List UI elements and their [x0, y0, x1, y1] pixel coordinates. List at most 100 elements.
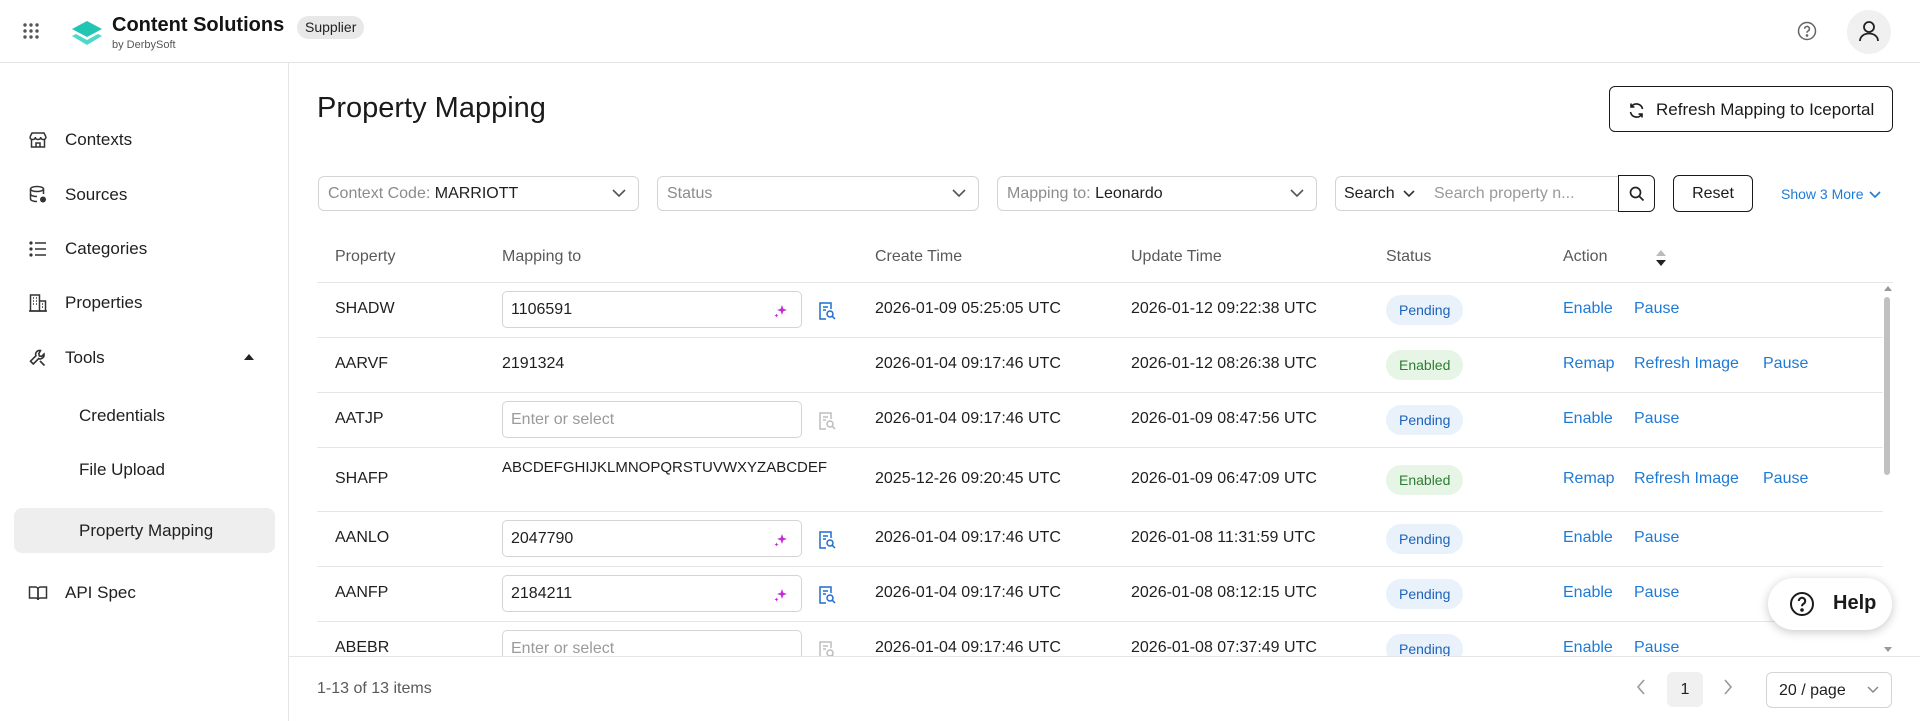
search-type-value: Search — [1344, 185, 1395, 202]
role-badge: Supplier — [297, 16, 365, 39]
search-property-input[interactable] — [1426, 176, 1619, 211]
create-time: 2026-01-04 09:17:46 UTC — [875, 529, 1061, 546]
sidebar-subitem-label: Credentials — [79, 406, 165, 425]
sidebar-item-label: Categories — [65, 239, 148, 258]
context-code-value: MARRIOTT — [434, 185, 519, 202]
pause-link[interactable]: Pause — [1634, 529, 1679, 547]
create-time: 2025-12-26 09:20:45 UTC — [875, 470, 1061, 487]
mapping-placeholder: Enter or select — [511, 640, 615, 656]
create-time: 2026-01-04 09:17:46 UTC — [875, 355, 1061, 372]
page-number-button[interactable]: 1 — [1667, 672, 1703, 707]
sidebar-item-api-spec[interactable]: API Spec — [14, 571, 275, 615]
pause-link[interactable]: Pause — [1763, 470, 1808, 488]
search-document-icon[interactable] — [818, 530, 836, 550]
column-header-status: Status — [1386, 248, 1432, 265]
property-code: AANLO — [335, 529, 390, 546]
wrench-icon — [28, 348, 48, 368]
book-icon — [28, 583, 48, 603]
pause-link[interactable]: Pause — [1634, 300, 1679, 318]
table-row: AARVF 2191324 2026-01-04 09:17:46 UTC 20… — [317, 338, 1883, 393]
create-time: 2026-01-04 09:17:46 UTC — [875, 410, 1061, 427]
user-icon — [1859, 21, 1879, 42]
search-document-icon[interactable] — [818, 301, 836, 321]
sidebar-item-categories[interactable]: Categories — [14, 227, 275, 271]
sidebar-item-sources[interactable]: Sources — [14, 173, 275, 217]
mapping-to-select[interactable]: Mapping to: Leonardo — [997, 176, 1317, 211]
property-code: AARVF — [335, 355, 389, 372]
enable-link[interactable]: Enable — [1563, 584, 1613, 602]
page-title: Property Mapping — [317, 92, 546, 124]
brand-name: Content Solutions — [112, 14, 285, 36]
mapping-value: ABCDEFGHIJKLMNOPQRSTUVWXYZABCDEF — [502, 459, 828, 476]
pause-link[interactable]: Pause — [1634, 639, 1679, 656]
sort-icon[interactable] — [1656, 249, 1666, 267]
chevron-right-icon[interactable] — [1723, 679, 1733, 695]
chevron-left-icon[interactable] — [1636, 679, 1646, 695]
help-circle-icon[interactable] — [1797, 21, 1817, 41]
list-icon — [28, 239, 48, 259]
refresh-icon — [1628, 102, 1645, 119]
reset-button[interactable]: Reset — [1673, 175, 1753, 212]
apps-grid-icon[interactable] — [22, 22, 40, 40]
pause-link[interactable]: Pause — [1634, 584, 1679, 602]
search-type-select[interactable]: Search — [1335, 176, 1427, 211]
chevron-down-icon — [1867, 686, 1879, 694]
mapping-placeholder: Enter or select — [511, 411, 615, 428]
pause-link[interactable]: Pause — [1763, 355, 1808, 373]
search-document-icon[interactable] — [818, 585, 836, 605]
mapping-value: 2184211 — [511, 585, 573, 602]
sidebar-item-tools[interactable]: Tools — [14, 336, 275, 380]
mapping-input[interactable]: 2047790 — [502, 520, 802, 557]
show-more-filters-link[interactable]: Show 3 More — [1781, 186, 1882, 202]
mapping-to-value: Leonardo — [1095, 185, 1163, 202]
sidebar-item-file-upload[interactable]: File Upload — [14, 447, 275, 491]
table-row: AATJP Enter or select 2026-01-04 09:17:4… — [317, 393, 1883, 448]
mapping-input[interactable]: Enter or select — [502, 630, 802, 656]
ai-sparkle-icon[interactable] — [773, 303, 789, 319]
pause-link[interactable]: Pause — [1634, 410, 1679, 428]
scroll-down-arrow-icon[interactable] — [1883, 646, 1893, 653]
enable-link[interactable]: Enable — [1563, 529, 1613, 547]
enable-link[interactable]: Enable — [1563, 300, 1613, 318]
column-header-update-time[interactable]: Update Time — [1131, 248, 1222, 266]
table-row: ABEBR Enter or select 2026-01-04 09:17:4… — [317, 622, 1883, 656]
enable-link[interactable]: Enable — [1563, 410, 1613, 428]
brand-logo-icon — [72, 21, 102, 45]
search-icon — [1629, 186, 1645, 202]
status-badge: Pending — [1386, 405, 1464, 435]
help-circle-icon — [1790, 592, 1814, 616]
enable-link[interactable]: Enable — [1563, 639, 1613, 656]
mapping-input[interactable]: 2184211 — [502, 575, 802, 612]
scroll-up-arrow-icon[interactable] — [1883, 285, 1893, 292]
remap-link[interactable]: Remap — [1563, 355, 1615, 373]
sidebar-item-credentials[interactable]: Credentials — [14, 393, 275, 437]
remap-link[interactable]: Remap — [1563, 470, 1615, 488]
building-icon — [28, 293, 48, 313]
sidebar-item-properties[interactable]: Properties — [14, 281, 275, 325]
page-size-select[interactable]: 20 / page — [1766, 672, 1892, 708]
sidebar-item-contexts[interactable]: Contexts — [14, 118, 275, 162]
chevron-down-icon — [1869, 191, 1882, 199]
help-button[interactable]: Help — [1768, 578, 1892, 630]
ai-sparkle-icon[interactable] — [773, 532, 789, 548]
search-document-icon[interactable] — [818, 640, 836, 656]
update-time: 2026-01-08 11:31:59 UTC — [1131, 529, 1316, 546]
user-avatar[interactable] — [1847, 10, 1891, 54]
context-code-select[interactable]: Context Code: MARRIOTT — [318, 176, 639, 211]
mapping-input[interactable]: 1106591 — [502, 291, 802, 328]
scrollbar-thumb[interactable] — [1884, 297, 1890, 475]
search-document-icon[interactable] — [818, 411, 836, 431]
status-select[interactable]: Status — [657, 176, 979, 211]
refresh-mapping-button[interactable]: Refresh Mapping to Iceportal — [1609, 86, 1893, 132]
sidebar-item-property-mapping[interactable]: Property Mapping — [14, 508, 275, 553]
refresh-image-link[interactable]: Refresh Image — [1634, 355, 1739, 373]
ai-sparkle-icon[interactable] — [773, 587, 789, 603]
mapping-input[interactable]: Enter or select — [502, 401, 802, 438]
update-time: 2026-01-08 08:12:15 UTC — [1131, 584, 1317, 601]
context-code-label: Context Code: — [328, 185, 431, 202]
search-button[interactable] — [1618, 175, 1655, 212]
update-time: 2026-01-09 06:47:09 UTC — [1131, 470, 1317, 487]
sidebar-item-label: Sources — [65, 185, 128, 204]
status-badge: Enabled — [1386, 465, 1464, 495]
refresh-image-link[interactable]: Refresh Image — [1634, 470, 1739, 488]
